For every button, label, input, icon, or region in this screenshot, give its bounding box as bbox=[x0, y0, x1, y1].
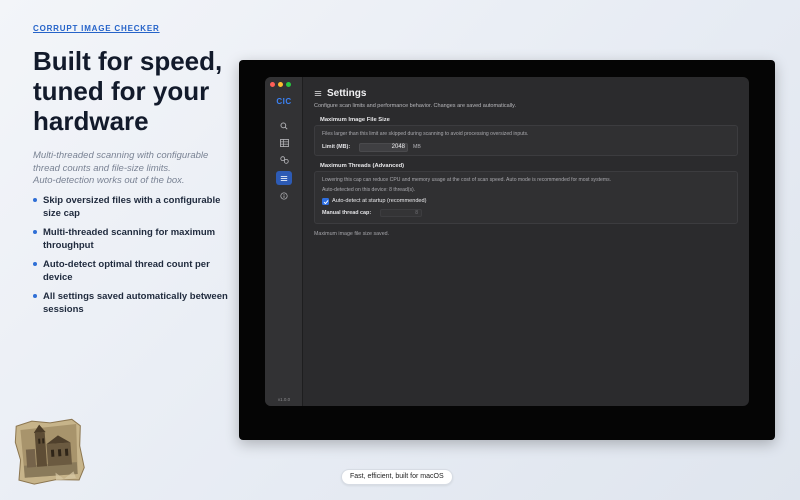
settings-list-icon bbox=[280, 175, 288, 181]
checkmark-icon bbox=[323, 199, 328, 204]
threads-help-text: Lowering this cap can reduce CPU and mem… bbox=[322, 177, 612, 183]
headline-line: hardware bbox=[33, 106, 149, 136]
headline: Built for speed, tuned for your hardware bbox=[33, 46, 243, 136]
zoom-window-button[interactable] bbox=[286, 82, 291, 87]
feature-item: Auto-detect optimal thread count per dev… bbox=[33, 259, 233, 284]
app-version: v1.0.0 bbox=[277, 397, 291, 402]
manual-cap-input[interactable]: 8 bbox=[380, 209, 422, 217]
save-status-text: Maximum image file size saved. bbox=[314, 231, 390, 237]
vintage-church-photo bbox=[14, 418, 85, 485]
subtext-line: thread counts and file-size limits. bbox=[33, 162, 171, 174]
feature-text: Auto-detect optimal thread count per dev… bbox=[43, 259, 210, 283]
auto-detect-checkbox[interactable] bbox=[322, 198, 329, 205]
bullet-icon bbox=[33, 294, 37, 298]
auto-detect-label[interactable]: Auto-detect at startup (recommended) bbox=[332, 198, 427, 204]
footer-tagline: Fast, efficient, built for macOS bbox=[341, 469, 453, 485]
manual-cap-label: Manual thread cap: bbox=[322, 210, 372, 216]
file-size-help-text: Files larger than this limit are skipped… bbox=[322, 131, 529, 137]
feature-text: Skip oversized files with a configurable… bbox=[43, 195, 221, 219]
sidebar-item-links[interactable] bbox=[276, 153, 292, 167]
close-window-button[interactable] bbox=[270, 82, 275, 87]
settings-header: Settings bbox=[314, 88, 366, 99]
threads-card: Lowering this cap can reduce CPU and mem… bbox=[314, 171, 738, 224]
info-icon bbox=[280, 192, 288, 200]
bullet-icon bbox=[33, 262, 37, 266]
auto-detected-text: Auto-detected on this device: 8 thread(s… bbox=[322, 187, 416, 193]
app-window: CIC v1.0.0 Settings Configure scan limit… bbox=[265, 77, 749, 406]
table-icon bbox=[279, 139, 289, 147]
link-icon bbox=[279, 156, 289, 164]
limit-label: Limit (MB): bbox=[322, 144, 351, 150]
sidebar-item-scan[interactable] bbox=[276, 119, 292, 133]
sidebar-item-settings[interactable] bbox=[276, 171, 292, 185]
window-controls bbox=[270, 82, 291, 87]
threads-section-title: Maximum Threads (Advanced) bbox=[320, 163, 405, 169]
feature-item: Multi-threaded scanning for maximum thro… bbox=[33, 227, 233, 252]
limit-mb-input[interactable]: 2048 bbox=[359, 143, 408, 152]
subtext-line: Multi-threaded scanning with configurabl… bbox=[33, 150, 209, 161]
page-title: Settings bbox=[327, 88, 367, 99]
limit-unit: MB bbox=[413, 144, 421, 150]
file-size-section-title: Maximum Image File Size bbox=[320, 117, 390, 123]
sidebar-item-results[interactable] bbox=[276, 136, 292, 150]
sidebar: CIC v1.0.0 bbox=[265, 77, 303, 406]
feature-list: Skip oversized files with a configurable… bbox=[33, 195, 233, 323]
bullet-icon bbox=[33, 230, 37, 234]
subtext: Multi-threaded scanning with configurabl… bbox=[33, 150, 233, 188]
search-icon bbox=[280, 122, 288, 130]
settings-list-icon bbox=[314, 91, 322, 96]
feature-text: All settings saved automatically between… bbox=[43, 291, 228, 315]
feature-text: Multi-threaded scanning for maximum thro… bbox=[43, 227, 216, 251]
eyebrow-label: CORRUPT IMAGE CHECKER bbox=[33, 24, 160, 33]
app-logo: CIC bbox=[276, 97, 292, 106]
settings-panel: Settings Configure scan limits and perfo… bbox=[303, 77, 749, 406]
headline-line: tuned for your bbox=[33, 76, 210, 106]
bullet-icon bbox=[33, 198, 37, 202]
headline-line: Built for speed, bbox=[33, 46, 223, 76]
subtext-line: Auto-detection works out of the box. bbox=[33, 175, 185, 186]
minimize-window-button[interactable] bbox=[278, 82, 283, 87]
file-size-card: Files larger than this limit are skipped… bbox=[314, 125, 738, 156]
feature-item: Skip oversized files with a configurable… bbox=[33, 195, 233, 220]
page-description: Configure scan limits and performance be… bbox=[314, 103, 516, 109]
sidebar-item-about[interactable] bbox=[276, 189, 292, 203]
feature-item: All settings saved automatically between… bbox=[33, 291, 233, 316]
device-frame: CIC v1.0.0 Settings Configure scan limit… bbox=[239, 60, 775, 440]
